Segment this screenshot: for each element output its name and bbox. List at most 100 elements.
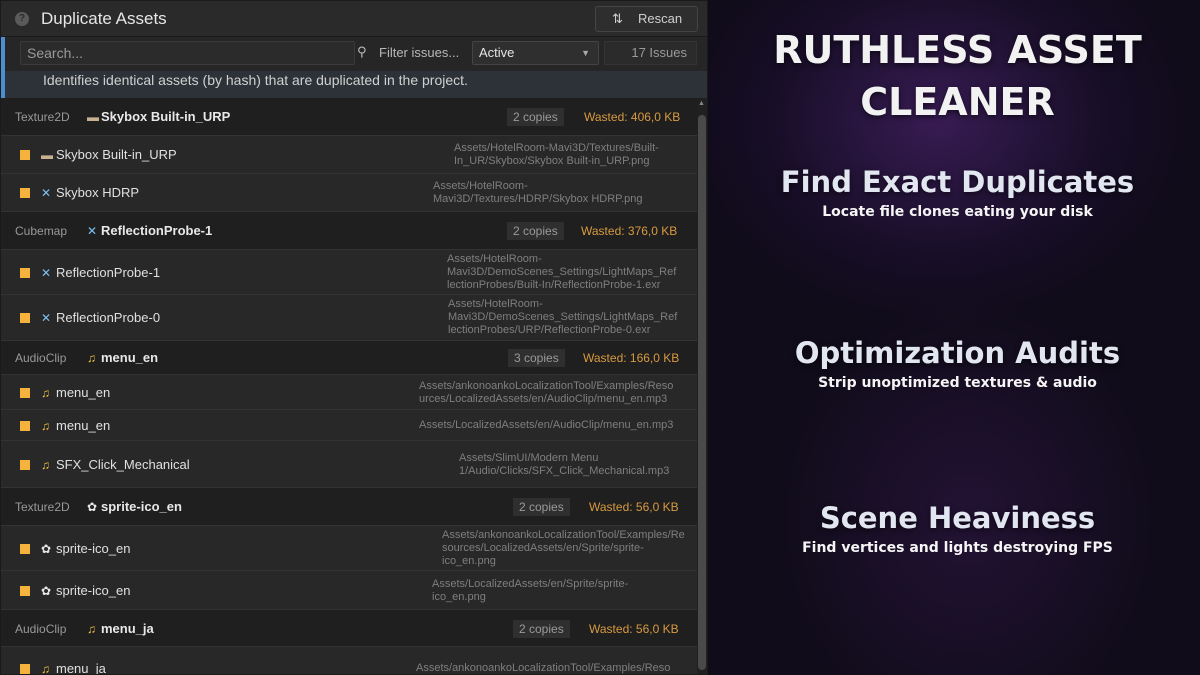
duplicate-item-row[interactable]: ♫ menu_en Assets/LocalizedAssets/en/AudioC…	[1, 410, 697, 441]
copies-badge: 2 copies	[507, 222, 564, 240]
search-icon: ⚲	[357, 44, 367, 59]
asset-name: sprite-ico_en	[56, 541, 131, 556]
asset-path-line: urces/LocalizedAssets/en/AudioClip/menu_…	[419, 393, 668, 405]
duplicate-item-row[interactable]: ✕ Skybox HDRP Assets/HotelRoom- Mavi3D/Tex…	[1, 174, 697, 212]
asset-name: ReflectionProbe-1	[56, 265, 161, 280]
group-header[interactable]: Texture2D ▬ Skybox Built-in_URP 2 copies Was…	[1, 98, 697, 136]
select-checkbox[interactable]	[20, 150, 30, 160]
asset-path: Assets/LocalizedAssets/en/AudioClip/menu…	[419, 419, 673, 432]
chevron-down-icon: ▼	[581, 48, 590, 58]
duplicate-item-row[interactable]: ▬ Skybox Built-in_URP Assets/HotelRoom-Mav…	[1, 136, 697, 174]
asset-path-line: lectionProbes/Built-In/ReflectionProbe-1…	[447, 279, 661, 291]
select-checkbox[interactable]	[20, 664, 30, 674]
duplicate-item-row[interactable]: ✕ ReflectionProbe-1 Assets/HotelRoom- Mavi…	[1, 250, 697, 295]
info-banner: Identifies identical assets (by hash) th…	[1, 71, 707, 98]
hdr-icon: ✕	[41, 186, 52, 200]
feature-sub-audits: Strip unoptimized textures & audio	[818, 375, 1097, 391]
copies-badge: 2 copies	[513, 498, 570, 516]
search-input[interactable]: Search...	[20, 41, 355, 65]
status-dropdown[interactable]: Active ▼	[472, 41, 599, 65]
issue-count-badge: 17 Issues	[604, 41, 697, 65]
asset-path-line: Assets/LocalizedAssets/en/Sprite/sprite-	[432, 578, 629, 590]
asset-path-line: Assets/ankonoankoLocalizationTool/Exampl…	[416, 662, 671, 674]
asset-name: Skybox Built-in_URP	[56, 147, 177, 162]
asset-path-line: ico_en.png	[442, 555, 496, 567]
duplicate-item-row[interactable]: ♫ menu_en Assets/ankonoankoLocalizationToo…	[1, 375, 697, 410]
asset-path: Assets/HotelRoom- Mavi3D/Textures/HDRP/S…	[433, 180, 642, 206]
select-checkbox[interactable]	[20, 544, 30, 554]
filter-issues-field[interactable]: Filter issues...	[379, 45, 459, 60]
asset-path: Assets/HotelRoom- Mavi3D/DemoScenes_Sett…	[448, 298, 677, 337]
help-icon[interactable]: ?	[15, 12, 29, 26]
asset-path-line: Assets/ankonoankoLocalizationTool/Exampl…	[442, 529, 685, 541]
group-header[interactable]: Texture2D ✿ sprite-ico_en 2 copies Wasted: 5…	[1, 488, 697, 526]
hdr-icon: ✕	[41, 266, 52, 280]
asset-name: SFX_Click_Mechanical	[56, 457, 190, 472]
scroll-up-icon[interactable]: ▲	[698, 100, 705, 107]
asset-type-label: AudioClip	[15, 351, 67, 365]
scroll-thumb[interactable]	[698, 115, 706, 670]
hdr-icon: ✕	[87, 224, 98, 238]
group-asset-name: Skybox Built-in_URP	[101, 109, 231, 124]
asset-name: menu_en	[56, 418, 111, 433]
group-asset-name: ReflectionProbe-1	[101, 223, 213, 238]
asset-type-label: Texture2D	[15, 110, 70, 124]
select-checkbox[interactable]	[20, 188, 30, 198]
asset-path: Assets/LocalizedAssets/en/Sprite/sprite-…	[432, 578, 628, 604]
feature-sub-heaviness: Find vertices and lights destroying FPS	[802, 540, 1113, 556]
asset-path-line: Assets/HotelRoom-	[447, 253, 542, 265]
duplicate-item-row[interactable]: ♫ menu_ja Assets/ankonoankoLocalizationToo…	[1, 647, 697, 675]
asset-path-line: Assets/HotelRoom-Mavi3D/Textures/Built-	[454, 142, 659, 154]
asset-path-line: sources/LocalizedAssets/en/Sprite/sprite…	[442, 542, 644, 554]
audio-icon: ♫	[87, 351, 96, 365]
select-checkbox[interactable]	[20, 313, 30, 323]
list-scrollbar[interactable]: ▲	[697, 98, 707, 674]
group-asset-name: menu_en	[101, 350, 159, 365]
asset-path-line: Assets/ankonoankoLocalizationTool/Exampl…	[419, 380, 674, 392]
asset-path-line: Assets/HotelRoom-	[448, 298, 543, 310]
select-checkbox[interactable]	[20, 421, 30, 431]
wasted-size: Wasted: 406,0 KB	[584, 110, 681, 124]
copies-badge: 2 copies	[513, 620, 570, 638]
group-header[interactable]: AudioClip ♫ menu_en 3 copies Wasted: 166,0 K…	[1, 341, 697, 375]
duplicate-groups-list: Texture2D ▬ Skybox Built-in_URP 2 copies Was…	[1, 98, 697, 675]
group-header[interactable]: Cubemap ✕ ReflectionProbe-1 2 copies Wasted:…	[1, 212, 697, 250]
asset-name: menu_en	[56, 385, 111, 400]
group-asset-name: menu_ja	[101, 621, 154, 636]
duplicate-item-row[interactable]: ♫ SFX_Click_Mechanical Assets/SlimUI/Moder…	[1, 441, 697, 488]
texture-icon: ▬	[41, 148, 53, 162]
asset-type-label: Cubemap	[15, 224, 68, 238]
asset-name: menu_ja	[56, 661, 106, 675]
group-header[interactable]: AudioClip ♫ menu_ja 2 copies Wasted: 56,0 KB	[1, 610, 697, 647]
audio-icon: ♫	[41, 386, 50, 400]
sprite-icon: ✿	[41, 542, 52, 556]
feature-sub-duplicates: Locate file clones eating your disk	[822, 204, 1093, 220]
feature-heading-audits: Optimization Audits	[794, 336, 1121, 370]
audio-icon: ♫	[41, 662, 50, 675]
asset-type-label: Texture2D	[15, 500, 70, 514]
duplicate-item-row[interactable]: ✿ sprite-ico_en Assets/ankonoankoLocalizat…	[1, 526, 697, 571]
asset-path: Assets/ankonoankoLocalizationTool/Exampl…	[419, 380, 673, 406]
hdr-icon: ✕	[41, 311, 52, 325]
select-checkbox[interactable]	[20, 388, 30, 398]
asset-path: Assets/ankonoankoLocalizationTool/Exampl…	[442, 529, 685, 568]
wasted-size: Wasted: 56,0 KB	[589, 622, 679, 636]
asset-path: Assets/HotelRoom-Mavi3D/Textures/Built- …	[454, 142, 659, 168]
asset-path: Assets/HotelRoom- Mavi3D/DemoScenes_Sett…	[447, 253, 676, 292]
wasted-size: Wasted: 166,0 KB	[583, 351, 680, 365]
asset-name: Skybox HDRP	[56, 185, 140, 200]
duplicate-item-row[interactable]: ✕ ReflectionProbe-0 Assets/HotelRoom- Mavi…	[1, 295, 697, 341]
select-checkbox[interactable]	[20, 586, 30, 596]
status-dropdown-value: Active	[479, 45, 515, 60]
audio-icon: ♫	[41, 419, 50, 433]
feature-heading-heaviness: Scene Heaviness	[819, 501, 1096, 535]
rescan-label: Rescan	[638, 11, 683, 26]
asset-path-line: Mavi3D/Textures/HDRP/Skybox HDRP.png	[433, 193, 643, 205]
group-asset-name: sprite-ico_en	[101, 499, 182, 514]
select-checkbox[interactable]	[20, 268, 30, 278]
asset-name: sprite-ico_en	[56, 583, 131, 598]
asset-path-line: Mavi3D/DemoScenes_Settings/LightMaps_Ref	[447, 266, 677, 278]
select-checkbox[interactable]	[20, 460, 30, 470]
rescan-button[interactable]: ⇅ Rescan	[595, 6, 698, 32]
duplicate-item-row[interactable]: ✿ sprite-ico_en Assets/LocalizedAssets/en/…	[1, 571, 697, 610]
